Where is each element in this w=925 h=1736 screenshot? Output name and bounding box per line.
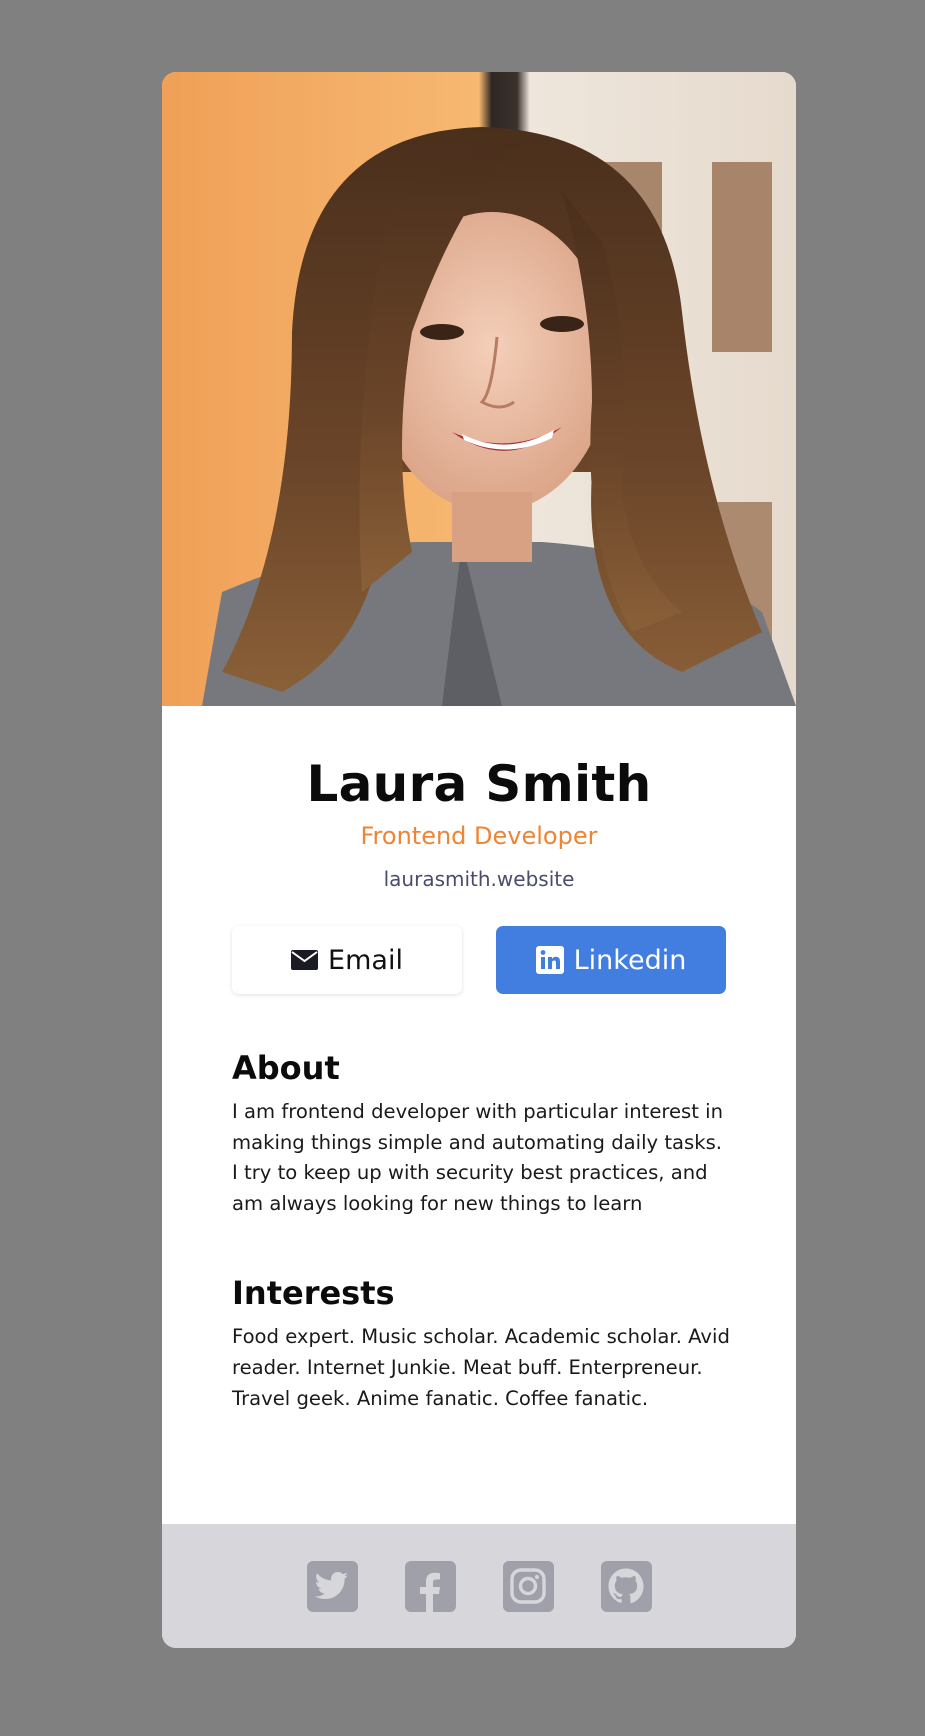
linkedin-button[interactable]: Linkedin: [496, 926, 726, 994]
instagram-icon[interactable]: [502, 1560, 554, 1612]
profile-content: Laura Smith Frontend Developer laurasmit…: [162, 706, 796, 1414]
profile-card: Laura Smith Frontend Developer laurasmit…: [162, 72, 796, 1648]
email-button[interactable]: Email: [232, 926, 462, 994]
contact-buttons: Email Linkedin: [232, 926, 726, 994]
envelope-icon: [291, 950, 319, 970]
profile-photo: [162, 72, 796, 706]
about-text: I am frontend developer with particular …: [232, 1100, 724, 1215]
facebook-icon[interactable]: [404, 1560, 456, 1612]
github-icon[interactable]: [600, 1560, 652, 1612]
email-button-label: Email: [328, 944, 403, 976]
profile-name: Laura Smith: [306, 755, 652, 813]
profile-website-link[interactable]: laurasmith.website: [232, 866, 726, 892]
portrait-illustration: [162, 72, 796, 706]
profile-role: Frontend Developer: [360, 822, 598, 850]
social-footer: [162, 1524, 796, 1648]
interests-title: Interests: [232, 1274, 395, 1313]
about-title: About: [232, 1049, 340, 1087]
linkedin-icon: [535, 946, 564, 974]
twitter-icon[interactable]: [306, 1560, 358, 1612]
linkedin-button-label: Linkedin: [573, 944, 687, 976]
interests-text: Food expert. Music scholar. Academic sch…: [232, 1325, 730, 1410]
